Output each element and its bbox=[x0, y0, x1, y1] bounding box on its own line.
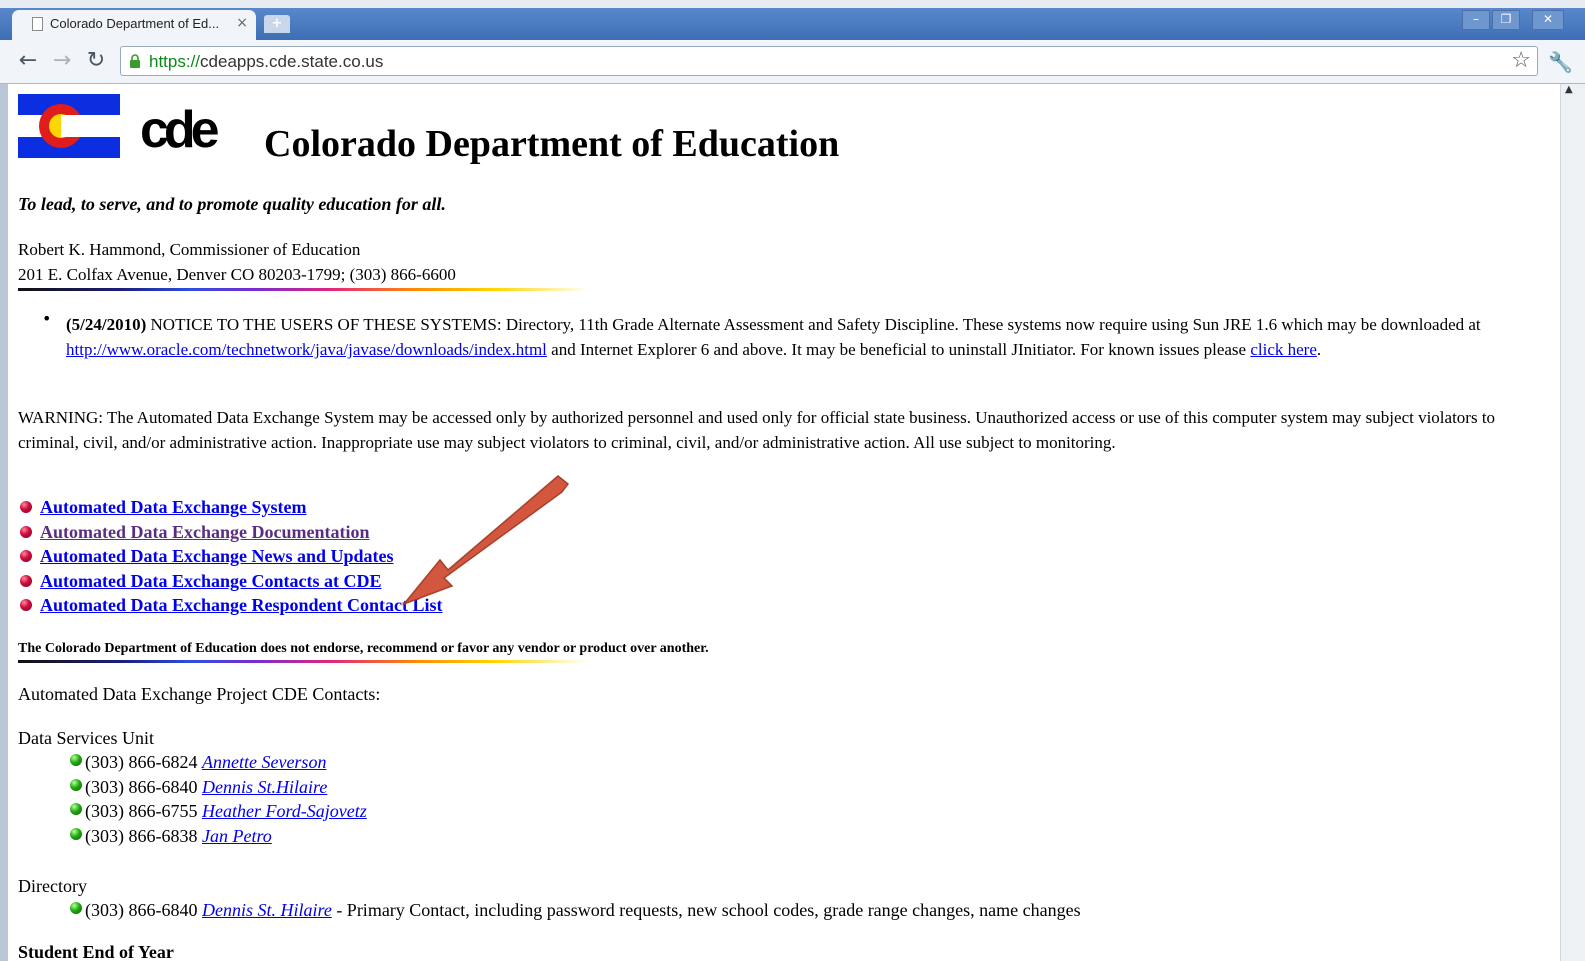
contact-row: (303) 866-6755 Heather Ford-Sajovetz bbox=[70, 801, 367, 822]
forward-button[interactable]: → bbox=[49, 49, 75, 75]
red-bullet-icon bbox=[20, 550, 32, 563]
red-bullet-icon bbox=[20, 525, 32, 538]
colorado-flag-logo bbox=[18, 94, 120, 158]
contact-name-link[interactable]: Annette Severson bbox=[202, 752, 326, 772]
address-line: 201 E. Colfax Avenue, Denver CO 80203-17… bbox=[18, 265, 456, 284]
close-window-button[interactable]: ✕ bbox=[1532, 10, 1564, 30]
green-bullet-icon bbox=[70, 803, 82, 815]
contact-name-link[interactable]: Jan Petro bbox=[202, 826, 272, 846]
new-tab-button[interactable]: + bbox=[264, 15, 290, 33]
url-text[interactable]: https://cdeapps.cde.state.co.us bbox=[149, 52, 383, 72]
vertical-scrollbar[interactable]: ▲ bbox=[1560, 84, 1585, 961]
link-ade-system[interactable]: Automated Data Exchange System bbox=[40, 497, 306, 517]
contact-row: (303) 866-6840 Dennis St. Hilaire - Prim… bbox=[70, 900, 1081, 921]
contact-phone: (303) 866-6840 bbox=[85, 777, 198, 797]
contact-phone: (303) 866-6755 bbox=[85, 801, 198, 821]
directory-heading: Directory bbox=[18, 876, 87, 896]
tab-title: Colorado Department of Ed... bbox=[50, 16, 220, 31]
wrench-icon[interactable]: 🔧 bbox=[1548, 50, 1573, 74]
tab-close-icon[interactable]: × bbox=[236, 15, 248, 31]
contact-phone: (303) 866-6824 bbox=[85, 752, 198, 772]
notice-body-1: NOTICE TO THE USERS OF THESE SYSTEMS: Di… bbox=[146, 315, 1481, 334]
contact-row: (303) 866-6840 Dennis St.Hilaire bbox=[70, 777, 327, 798]
scroll-up-arrow-icon[interactable]: ▲ bbox=[1565, 84, 1573, 95]
ade-links-list: Automated Data Exchange System Automated… bbox=[18, 497, 443, 620]
list-item: Automated Data Exchange Contacts at CDE bbox=[18, 571, 443, 596]
green-bullet-icon bbox=[70, 902, 82, 914]
green-bullet-icon bbox=[70, 754, 82, 766]
annotation-arrow bbox=[401, 475, 570, 606]
minimize-button[interactable]: – bbox=[1462, 10, 1490, 30]
browser-toolbar: ← → ↻ https://cdeapps.cde.state.co.us ☆ … bbox=[0, 40, 1585, 84]
partial-section-heading: Student End of Year bbox=[18, 942, 174, 961]
link-ade-contacts[interactable]: Automated Data Exchange Contacts at CDE bbox=[40, 571, 381, 591]
link-ade-respondent-list[interactable]: Automated Data Exchange Respondent Conta… bbox=[40, 595, 443, 615]
commissioner-line: Robert K. Hammond, Commissioner of Educa… bbox=[18, 240, 361, 259]
contact-row: (303) 866-6824 Annette Severson bbox=[70, 752, 326, 773]
page-icon bbox=[32, 17, 43, 31]
lock-icon bbox=[130, 54, 140, 68]
contact-name-link[interactable]: Heather Ford-Sajovetz bbox=[202, 801, 367, 821]
notice-body-2: and Internet Explorer 6 and above. It ma… bbox=[546, 340, 1251, 359]
contacts-title: Automated Data Exchange Project CDE Cont… bbox=[18, 684, 381, 704]
known-issues-link[interactable]: click here bbox=[1250, 340, 1317, 359]
link-ade-news[interactable]: Automated Data Exchange News and Updates bbox=[40, 546, 394, 566]
notice-bullet: • bbox=[42, 309, 52, 328]
green-bullet-icon bbox=[70, 779, 82, 791]
red-bullet-icon bbox=[20, 574, 32, 587]
java-download-link[interactable]: http://www.oracle.com/technetwork/java/j… bbox=[66, 340, 547, 359]
list-item: Automated Data Exchange Respondent Conta… bbox=[18, 595, 443, 620]
browser-tab[interactable]: Colorado Department of Ed... × bbox=[12, 10, 256, 40]
green-bullet-icon bbox=[70, 828, 82, 840]
notice-text: (5/24/2010) NOTICE TO THE USERS OF THESE… bbox=[66, 312, 1536, 362]
contact-row: (303) 866-6838 Jan Petro bbox=[70, 826, 272, 847]
data-services-heading: Data Services Unit bbox=[18, 728, 154, 748]
link-ade-documentation[interactable]: Automated Data Exchange Documentation bbox=[40, 522, 369, 542]
rainbow-divider bbox=[18, 660, 588, 663]
page-viewport: cde Colorado Department of Education To … bbox=[8, 84, 1560, 961]
list-item: Automated Data Exchange System bbox=[18, 497, 443, 522]
contact-phone: (303) 866-6838 bbox=[85, 826, 198, 846]
title-bar: Colorado Department of Ed... × + – ❐ ✕ bbox=[0, 0, 1585, 40]
notice-date: (5/24/2010) bbox=[66, 315, 147, 334]
disclaimer: The Colorado Department of Education doe… bbox=[18, 641, 709, 656]
red-bullet-icon bbox=[20, 599, 32, 612]
contact-name-link[interactable]: Dennis St.Hilaire bbox=[202, 777, 327, 797]
contact-name-link[interactable]: Dennis St. Hilaire bbox=[202, 900, 332, 920]
bookmark-star-icon[interactable]: ☆ bbox=[1511, 48, 1531, 73]
motto: To lead, to serve, and to promote qualit… bbox=[18, 194, 446, 214]
url-scheme: https:// bbox=[149, 52, 201, 71]
contact-phone: (303) 866-6840 bbox=[85, 900, 198, 920]
cde-logo: cde bbox=[140, 101, 220, 159]
back-button[interactable]: ← bbox=[15, 49, 41, 75]
red-bullet-icon bbox=[20, 501, 32, 513]
reload-button[interactable]: ↻ bbox=[83, 49, 109, 75]
list-item: Automated Data Exchange Documentation bbox=[18, 522, 443, 547]
warning-text: WARNING: The Automated Data Exchange Sys… bbox=[18, 408, 1496, 452]
rainbow-divider bbox=[18, 288, 588, 291]
url-host: cdeapps.cde.state.co.us bbox=[200, 52, 384, 71]
list-item: Automated Data Exchange News and Updates bbox=[18, 546, 443, 571]
address-bar[interactable]: https://cdeapps.cde.state.co.us ☆ bbox=[120, 46, 1538, 76]
notice-body-3: . bbox=[1316, 340, 1322, 359]
restore-button[interactable]: ❐ bbox=[1492, 10, 1520, 30]
page-title: Colorado Department of Education bbox=[264, 123, 840, 165]
contact-note: - Primary Contact, including password re… bbox=[331, 900, 1081, 920]
